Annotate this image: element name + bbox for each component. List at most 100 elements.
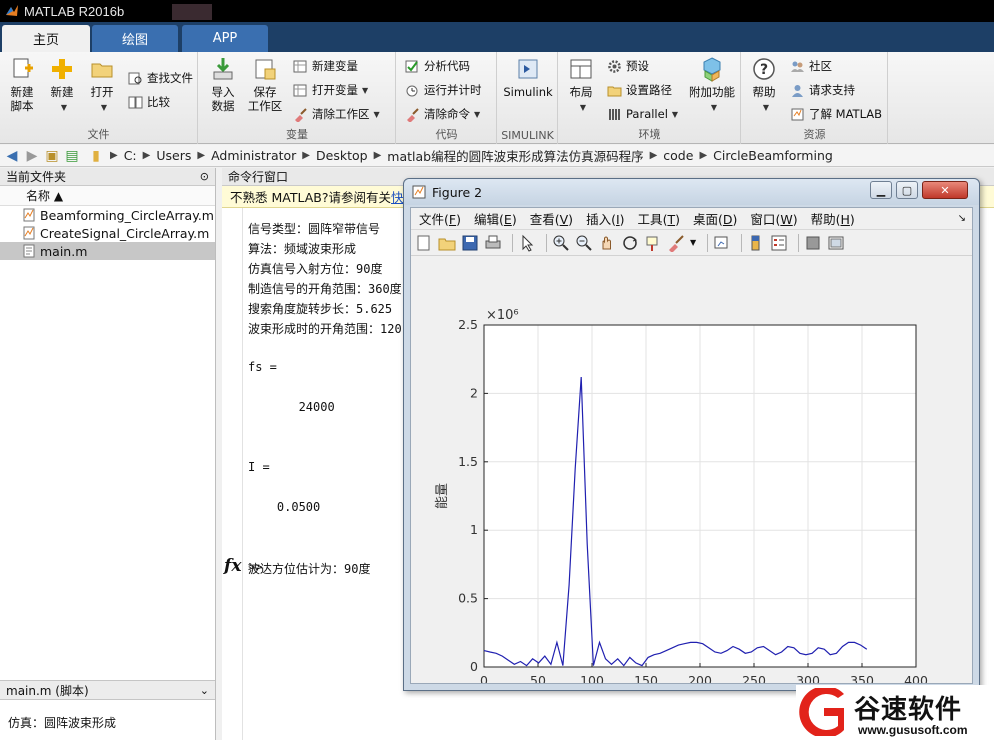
toolbar-separator [512,233,513,252]
chevron-down-icon[interactable]: ⌄ [200,684,209,697]
request-support-button[interactable]: 请求支持 [790,80,855,100]
learn-matlab-button[interactable]: 了解 MATLAB [790,104,882,124]
colorbar-icon[interactable] [747,234,765,252]
help-button[interactable]: ? 帮助 ▼ [742,56,786,115]
preferences-button[interactable]: 预设 [607,56,649,76]
new-button[interactable]: 新建 ▼ [40,56,84,115]
print-icon[interactable] [484,234,502,252]
link-plot-icon[interactable] [713,234,731,252]
rotate-3d-icon[interactable] [621,234,639,252]
pointer-icon[interactable] [518,234,536,252]
browse-folder-icon[interactable]: ▤ [64,148,80,164]
new-figure-icon[interactable] [415,234,433,252]
find-files-button[interactable]: 查找文件 [128,68,193,88]
ribbon-section-variable: 导入 数据 保存 工作区 新建变量 打开变量 ▼ 清除工作区 ▼ 变量 [199,52,396,144]
clear-workspace-button[interactable]: 清除工作区 ▼ [293,104,380,124]
forward-icon[interactable]: ▶ [24,148,40,164]
compare-label: 比较 [147,95,170,109]
analyze-code-label: 分析代码 [424,59,470,73]
breadcrumb-item[interactable]: code [663,148,693,163]
layout-icon [570,59,592,79]
set-path-button[interactable]: 设置路径 [607,80,672,100]
command-output-line: 24000 [248,400,335,414]
zoom-out-icon[interactable] [575,234,593,252]
energy-vs-azimuth-chart[interactable]: 0 50 100 150 200 250 300 350 400 0 0.5 1 1.5 2 2.5 ×1… [411,258,972,711]
compare-button[interactable]: 比较 [128,92,170,112]
breadcrumb-item[interactable]: C: [124,148,137,163]
details-header[interactable]: main.m (脚本) ⌄ [0,680,215,700]
menu-view[interactable]: 查看(V) [530,209,573,228]
menu-insert-key: I [615,212,620,227]
command-output-line: 搜索角度旋转步长：5.625 [248,302,393,316]
chevron-down-icon: ▼ [710,103,718,112]
import-icon [213,58,233,80]
up-folder-icon[interactable]: ▣ [44,148,60,164]
breadcrumb-separator: ▶ [373,150,382,161]
figure-titlebar[interactable]: Figure 2 [404,179,979,205]
save-icon[interactable] [461,234,479,252]
community-button[interactable]: 社区 [790,56,832,76]
add-ons-button[interactable]: 附加功能 ▼ [687,56,737,115]
back-icon[interactable]: ◀ [4,148,20,164]
hide-plot-tools-icon[interactable] [804,234,822,252]
y-tick-label: 0.5 [458,591,478,606]
dock-arrow-icon[interactable]: ↘ [958,213,966,224]
menu-desktop[interactable]: 桌面(D) [693,209,737,228]
set-path-label: 设置路径 [626,83,672,97]
parallel-button[interactable]: Parallel ▼ [607,104,678,124]
open-button[interactable]: 打开 ▼ [80,56,124,115]
menu-insert[interactable]: 插入(I) [586,209,624,228]
plot-area[interactable]: 0 50 100 150 200 250 300 350 400 0 0.5 1 1.5 2 2.5 ×1… [411,258,972,711]
clear-commands-button[interactable]: 清除命令 ▼ [405,104,480,124]
show-plot-tools-icon[interactable] [827,234,845,252]
analyze-code-button[interactable]: 分析代码 [405,56,470,76]
breadcrumb-item[interactable]: Users [156,148,191,163]
ribbon-section-file: 新建 脚本 新建 ▼ 打开 ▼ 查找文件 比较 文件 [0,52,198,144]
figure-window[interactable]: Figure 2 ▁ ▢ ✕ 文件(F) 编辑(E) 查看(V) 插入(I) 工… [403,178,980,711]
breadcrumb-item[interactable]: CircleBeamforming [713,148,833,163]
layout-button[interactable]: 布局 ▼ [559,56,603,115]
section-label-code: 代码 [435,128,458,141]
import-data-button[interactable]: 导入 数据 [201,56,245,113]
new-variable-button[interactable]: 新建变量 [293,56,358,76]
maximize-button[interactable]: ▢ [896,181,918,199]
data-cursor-icon[interactable] [644,234,662,252]
tab-home[interactable]: 主页 [2,25,90,52]
file-item[interactable]: CreateSignal_CircleArray.m [0,224,215,242]
breadcrumb-separator: ▶ [699,150,708,161]
current-folder-header: 当前文件夹 ⊙ [0,168,215,186]
breadcrumb-item[interactable]: Administrator [211,148,296,163]
menu-tools[interactable]: 工具(T) [638,209,680,228]
panel-menu-icon[interactable]: ⊙ [200,170,209,183]
chevron-down-icon: ▼ [762,103,770,112]
command-window-title: 命令行窗口 [228,170,289,184]
brush-icon[interactable] [667,234,685,252]
command-prompt[interactable]: >> [248,560,262,574]
minimize-button[interactable]: ▁ [870,181,892,199]
name-column-header[interactable]: 名称 ▲ [0,186,215,206]
brush-icon [295,107,307,122]
menu-help[interactable]: 帮助(H) [811,209,855,228]
pan-icon[interactable] [598,234,616,252]
tab-apps[interactable]: APP [182,25,268,52]
run-and-time-button[interactable]: 运行并计时 [405,80,482,100]
breadcrumb-item[interactable]: Desktop [316,148,368,163]
file-item-selected[interactable]: main.m [0,242,215,260]
menu-edit[interactable]: 编辑(E) [474,209,517,228]
menu-window[interactable]: 窗口(W) [750,209,797,228]
close-button[interactable]: ✕ [922,181,968,199]
x-tick-label: 350 [850,673,874,683]
breadcrumb-item[interactable]: matlab编程的圆阵波束形成算法仿真源码程序 [387,146,643,165]
legend-icon[interactable] [770,234,788,252]
chevron-down-icon[interactable]: ▼ [690,238,696,247]
open-file-icon[interactable] [438,234,456,252]
menu-file[interactable]: 文件(F) [419,209,461,228]
open-variable-button[interactable]: 打开变量 ▼ [293,80,368,100]
simulink-button[interactable]: Simulink [502,56,554,99]
zoom-in-icon[interactable] [552,234,570,252]
new-script-button[interactable]: 新建 脚本 [0,56,44,113]
save-workspace-button[interactable]: 保存 工作区 [243,56,287,113]
file-item[interactable]: Beamforming_CircleArray.m [0,206,215,224]
function-browser-icon[interactable]: fx [224,556,241,576]
tab-plots[interactable]: 绘图 [92,25,178,52]
